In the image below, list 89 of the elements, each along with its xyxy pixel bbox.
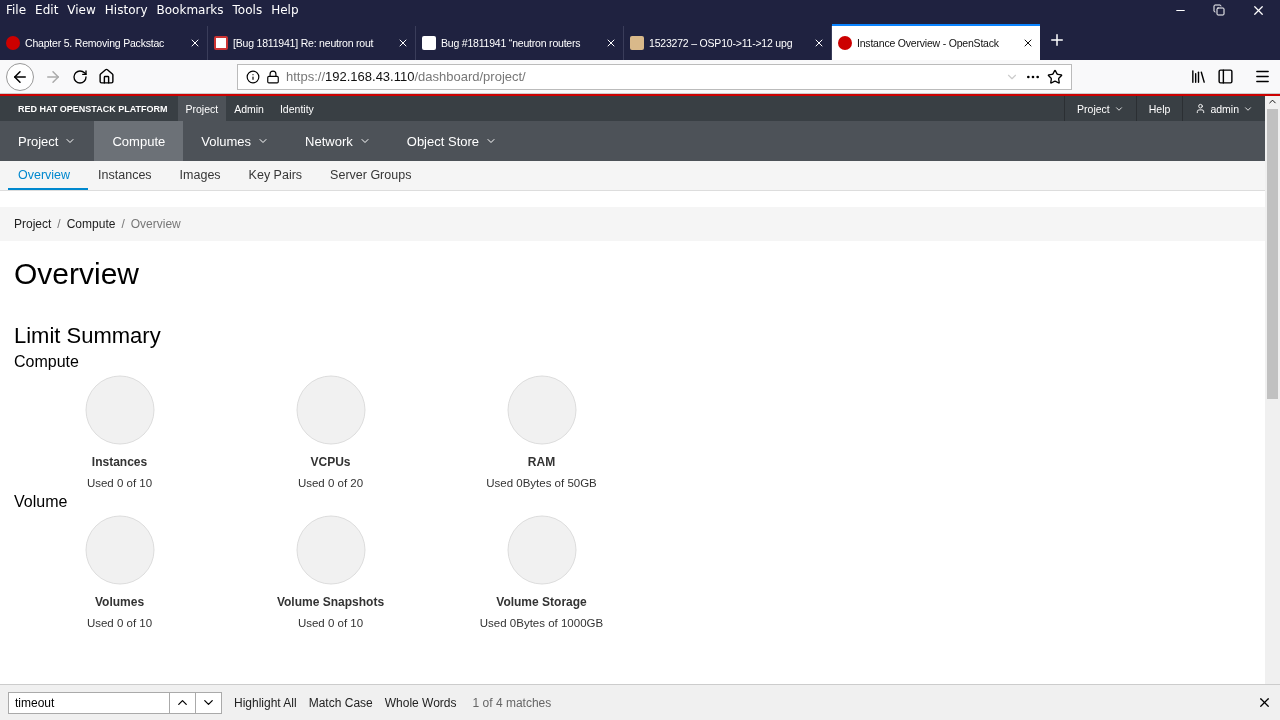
limit-usage: Used 0 of 10 (86, 617, 153, 629)
next-match-button[interactable] (196, 691, 222, 714)
user-icon (1195, 103, 1207, 114)
nav-tab[interactable]: Admin (226, 96, 272, 121)
group-heading: Volume (14, 493, 69, 511)
usage-pie-drawing (84, 515, 155, 585)
menu-icon[interactable] (1254, 68, 1271, 85)
favicon-icon (214, 36, 228, 50)
section-label: Network (305, 133, 353, 149)
section-tab[interactable]: Volumes (183, 121, 288, 161)
nav-label: Help (1148, 102, 1171, 115)
section-tab[interactable]: Project (0, 121, 95, 161)
limit-name: VCPUs (310, 455, 351, 469)
close-tab-icon[interactable] (397, 37, 409, 49)
home-icon[interactable] (98, 68, 115, 85)
breadcrumb-separator: / (57, 217, 61, 231)
reload-icon[interactable] (72, 68, 88, 85)
menu-item[interactable]: File (6, 3, 27, 17)
close-icon[interactable] (1257, 695, 1272, 710)
breadcrumb-link[interactable]: Compute (66, 217, 116, 231)
usage-pie-drawing (84, 375, 155, 445)
favicon-icon (422, 36, 436, 50)
close-tab-icon[interactable] (1022, 37, 1034, 49)
match-count: 1 of 4 matches (472, 695, 552, 710)
nav-tab[interactable]: Project (177, 96, 227, 121)
restore-icon[interactable] (1213, 4, 1225, 16)
previous-match-button[interactable] (170, 691, 196, 714)
sub-tab[interactable]: Key Pairs (238, 161, 321, 190)
section-label: Volumes (201, 133, 252, 149)
sub-tab[interactable]: Images (169, 161, 239, 190)
lock-warning-icon (266, 69, 280, 84)
group-heading: Compute (14, 353, 80, 371)
menu-item[interactable]: Bookmarks (156, 3, 224, 17)
limit-usage: Used 0 of 10 (86, 477, 153, 489)
bookmark-star-icon[interactable] (1047, 68, 1063, 85)
section-tab[interactable]: Object Store (388, 121, 516, 161)
limit-usage: Used 0 of 10 (297, 617, 364, 629)
breadcrumb-separator: / (121, 217, 125, 231)
sub-tab[interactable]: Overview (8, 161, 89, 190)
close-tab-icon[interactable] (605, 37, 617, 49)
find-option[interactable]: Whole Words (384, 695, 457, 710)
section-tab[interactable]: Network (287, 121, 389, 161)
info-icon (246, 69, 260, 84)
breadcrumb-link[interactable]: Overview (130, 217, 181, 231)
favicon-icon (630, 36, 644, 50)
usage-pie-drawing (295, 515, 366, 585)
limit-name: Volume Storage (496, 595, 587, 609)
back-button[interactable] (6, 62, 34, 91)
limit-usage: Used 0 of 20 (297, 477, 364, 489)
favicon-icon (6, 36, 20, 50)
menu-item[interactable]: Edit (35, 3, 59, 17)
find-field[interactable]: timeout (8, 691, 170, 714)
limit-name: Volume Snapshots (276, 595, 385, 609)
close-tab-icon[interactable] (813, 37, 825, 49)
menu-item[interactable]: Tools (232, 3, 263, 17)
menu-item[interactable]: History (104, 3, 148, 17)
limit-name: Instances (91, 455, 148, 469)
new-tab-icon[interactable] (1048, 31, 1066, 49)
sub-tab[interactable]: Server Groups (320, 161, 430, 190)
close-tab-icon[interactable] (189, 37, 201, 49)
limit-name: Volumes (94, 595, 145, 609)
find-option[interactable]: Match Case (308, 695, 373, 710)
address-bar[interactable]: https://192.168.43.110/dashboard/project/ (237, 63, 1072, 90)
breadcrumb-link[interactable]: Project (14, 217, 52, 231)
section-tab[interactable]: Compute (94, 121, 184, 161)
sidebar-icon[interactable] (1217, 68, 1234, 85)
section-label: Project (18, 133, 59, 149)
library-icon[interactable] (1190, 68, 1207, 85)
nav-label: admin (1210, 102, 1239, 115)
favicon-icon (838, 36, 852, 50)
nav-tab[interactable]: Identity (271, 96, 322, 121)
limit-name: RAM (527, 455, 556, 469)
section-label: Object Store (406, 133, 480, 149)
menu-item[interactable]: View (67, 3, 96, 17)
page-title: Overview (14, 257, 141, 291)
nav-label: Project (1077, 102, 1110, 115)
usage-pie-drawing (506, 515, 577, 585)
section-heading: Limit Summary (14, 323, 162, 349)
usage-pie-drawing (295, 375, 366, 445)
scrollbar-thumb[interactable] (1267, 109, 1278, 399)
sub-tab[interactable]: Instances (88, 161, 170, 190)
find-option[interactable]: Highlight All (234, 695, 297, 710)
limit-usage: Used 0Bytes of 1000GB (479, 617, 604, 629)
section-label: Compute (112, 133, 166, 149)
menu-item[interactable]: Help (271, 3, 299, 17)
usage-pie-drawing (506, 375, 577, 445)
brand-logo: RED HAT OPENSTACK PLATFORM (17, 102, 169, 116)
limit-usage: Used 0Bytes of 50GB (486, 477, 597, 489)
browser-tab[interactable]: Instance Overview - OpenStack (832, 24, 1040, 60)
